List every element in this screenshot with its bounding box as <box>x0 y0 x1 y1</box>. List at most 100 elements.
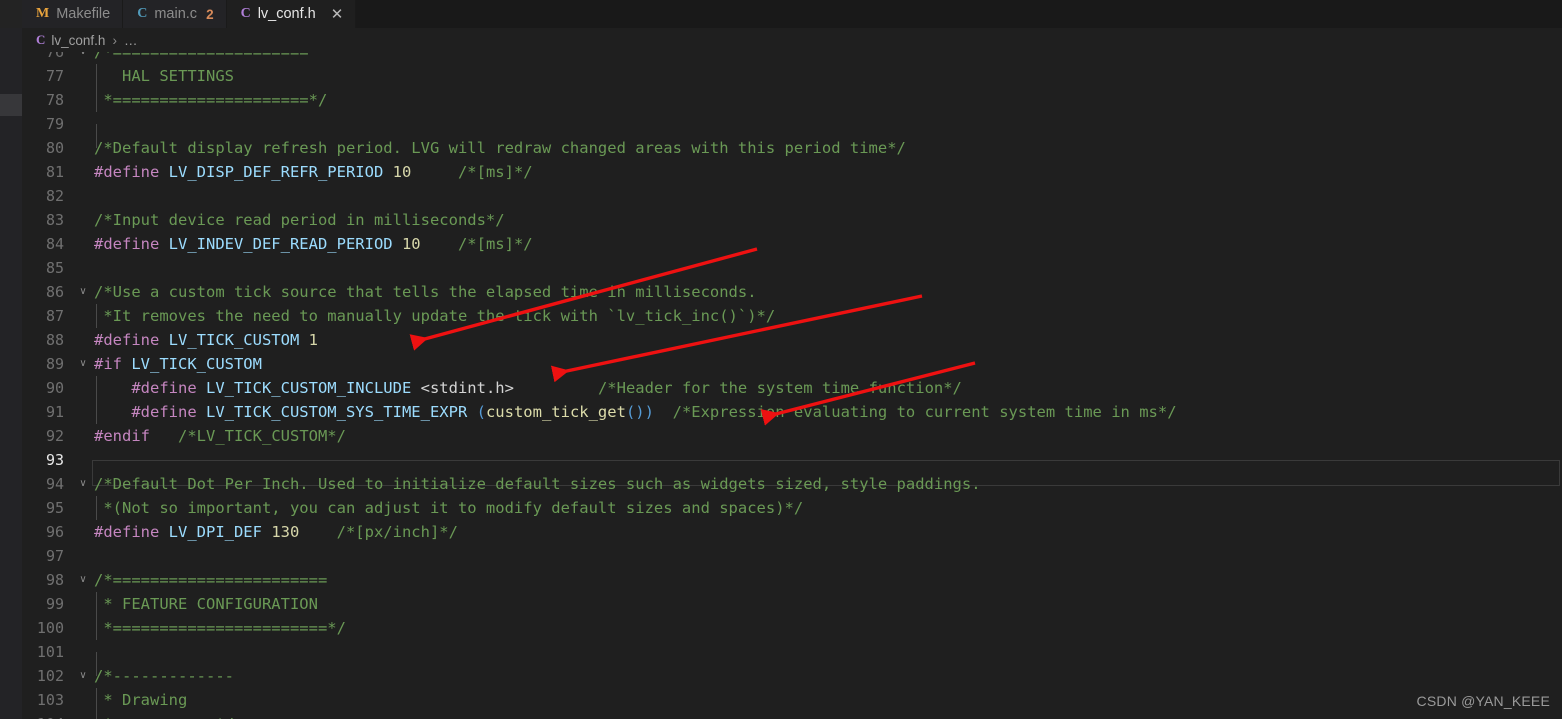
close-icon[interactable]: ✕ <box>331 7 344 22</box>
code-token: /*[ms]*/ <box>457 163 533 181</box>
indent-guide <box>96 88 97 112</box>
tab-label: lv_conf.h <box>257 6 316 22</box>
code-line[interactable]: 95 *(Not so important, you can adjust it… <box>22 496 1562 520</box>
code-token: /*======================= <box>94 571 328 589</box>
code-line[interactable]: 103 * Drawing <box>22 688 1562 712</box>
code-line[interactable]: 101 <box>22 640 1562 676</box>
code-line[interactable]: 89 ∨ #if LV_TICK_CUSTOM <box>22 352 1562 376</box>
code-token: /*Default display refresh period. LVG wi… <box>94 139 906 157</box>
code-token: #if <box>94 355 132 373</box>
code-line[interactable]: 78 *=====================*/ <box>22 88 1562 112</box>
code-line[interactable]: 86 ∨/*Use a custom tick source that tells… <box>22 280 1562 304</box>
line-number: 96 <box>45 523 64 541</box>
code-line[interactable]: 88 #define LV_TICK_CUSTOM 1 <box>22 328 1562 352</box>
code-line-content: *-----------*/ <box>92 712 1562 719</box>
code-line[interactable]: 98 ∨/*======================= <box>22 568 1562 592</box>
line-number: 78 <box>45 91 64 109</box>
code-line-content: /*===================== <box>92 52 1562 64</box>
code-token: *(Not so important, you can adjust it to… <box>94 499 804 517</box>
code-token: /*LV_TICK_CUSTOM*/ <box>178 427 346 445</box>
code-line[interactable]: 80 /*Default display refresh period. LVG … <box>22 136 1562 160</box>
chevron-down-fold-icon[interactable]: ∨ <box>74 472 92 496</box>
code-line[interactable]: 97 <box>22 544 1562 568</box>
line-number: 88 <box>45 331 64 349</box>
code-token: 130 <box>271 523 300 541</box>
code-line[interactable]: 90 #define LV_TICK_CUSTOM_INCLUDE <stdin… <box>22 376 1562 400</box>
code-line[interactable]: 79 <box>22 112 1562 148</box>
code-lines: 76∨/*=====================77 HAL SETTING… <box>22 52 1562 719</box>
code-line[interactable]: 76 ∨/*===================== <box>22 52 1562 64</box>
code-line-content: /*Default Dot Per Inch. Used to initiali… <box>92 472 1562 496</box>
breadcrumb-trail[interactable]: … <box>124 33 138 48</box>
line-number: 81 <box>45 163 64 181</box>
code-editor[interactable]: 76∨/*=====================77 HAL SETTING… <box>22 52 1562 719</box>
chevron-down-fold-icon[interactable]: ∨ <box>74 352 92 376</box>
code-line[interactable]: 99 * FEATURE CONFIGURATION <box>22 592 1562 616</box>
code-line[interactable]: 104 *-----------*/ <box>22 712 1562 719</box>
tab-label: Makefile <box>56 6 111 22</box>
editor-tab-main-c[interactable]: Cmain.c 2 <box>123 0 227 28</box>
watermark: CSDN @YAN_KEEE <box>1416 693 1550 709</box>
line-number: 83 <box>45 211 64 229</box>
code-line-content: #define LV_DPI_DEF 130 /*[px/inch]*/ <box>92 520 1562 544</box>
code-line-content: #if LV_TICK_CUSTOM <box>92 352 1562 376</box>
code-line-content: #endif /*LV_TICK_CUSTOM*/ <box>92 424 1562 448</box>
code-line[interactable]: 92 #endif /*LV_TICK_CUSTOM*/ <box>22 424 1562 448</box>
code-token: /*[ms]*/ <box>457 235 533 253</box>
indent-guide <box>96 592 97 616</box>
code-line[interactable]: 94 ∨/*Default Dot Per Inch. Used to initi… <box>22 472 1562 496</box>
line-number: 100 <box>36 619 64 637</box>
code-line[interactable]: 82 <box>22 184 1562 208</box>
code-token: LV_TICK_CUSTOM <box>168 331 309 349</box>
code-line-content: *It removes the need to manually update … <box>92 304 1562 328</box>
indent-guide <box>96 496 97 520</box>
line-number: 93 <box>45 451 64 469</box>
chevron-down-fold-icon[interactable]: ∨ <box>74 568 92 592</box>
chevron-down-fold-icon[interactable]: ∨ <box>74 280 92 304</box>
code-line[interactable]: 81 #define LV_DISP_DEF_REFR_PERIOD 10 /*[… <box>22 160 1562 184</box>
indent-guide <box>96 688 97 712</box>
editor-tab-lv-conf-h[interactable]: Clv_conf.h ✕ <box>226 0 357 28</box>
code-token: <stdint.h> <box>420 379 514 397</box>
indent-guide <box>96 712 97 719</box>
code-line[interactable]: 77 HAL SETTINGS <box>22 64 1562 88</box>
code-line[interactable]: 87 *It removes the need to manually upda… <box>22 304 1562 328</box>
breadcrumb[interactable]: C lv_conf.h › … <box>0 28 1562 52</box>
code-token: *It removes the need to manually update … <box>94 307 776 325</box>
chevron-down-fold-icon[interactable]: ∨ <box>74 664 92 688</box>
code-token: /*===================== <box>94 52 309 61</box>
code-line[interactable]: 96 #define LV_DPI_DEF 130 /*[px/inch]*/ <box>22 520 1562 544</box>
editor-tab-bar: M Makefile Cmain.c 2 Clv_conf.h ✕ <box>0 0 1562 28</box>
code-token: * Drawing <box>94 691 188 709</box>
code-token: 10 <box>392 163 412 181</box>
code-line-content: /*======================= <box>92 568 1562 592</box>
c-file-icon: C <box>137 6 148 21</box>
breadcrumb-file[interactable]: lv_conf.h <box>51 33 105 48</box>
line-number: 95 <box>45 499 64 517</box>
line-number: 79 <box>45 115 64 133</box>
code-line[interactable]: 100 *=======================*/ <box>22 616 1562 640</box>
code-token: LV_DPI_DEF <box>168 523 272 541</box>
code-token: #define <box>131 403 206 421</box>
code-line[interactable]: 91 #define LV_TICK_CUSTOM_SYS_TIME_EXPR … <box>22 400 1562 424</box>
code-line[interactable]: 85 <box>22 256 1562 280</box>
code-line-content: HAL SETTINGS <box>92 64 1562 88</box>
line-number: 104 <box>22 712 74 719</box>
makefile-icon: M <box>36 6 50 21</box>
chevron-down-fold-icon[interactable]: ∨ <box>74 52 92 64</box>
code-line[interactable]: 93 <box>22 448 1562 486</box>
code-token: /*Expression evaluating to current syste… <box>672 403 1177 421</box>
editor-tab-makefile[interactable]: M Makefile <box>22 0 124 28</box>
code-line[interactable]: 102 ∨/*------------- <box>22 664 1562 688</box>
line-number: 97 <box>45 547 64 565</box>
line-number: 89 <box>45 355 64 373</box>
code-line[interactable]: 84 #define LV_INDEV_DEF_READ_PERIOD 10 /*… <box>22 232 1562 256</box>
tabbar-filler <box>356 0 1562 28</box>
code-line-content: * Drawing <box>92 688 1562 712</box>
indent-guide <box>96 64 97 88</box>
line-number: 103 <box>36 691 64 709</box>
code-token: LV_INDEV_DEF_READ_PERIOD <box>168 235 402 253</box>
code-line[interactable]: 83 /*Input device read period in millisec… <box>22 208 1562 232</box>
